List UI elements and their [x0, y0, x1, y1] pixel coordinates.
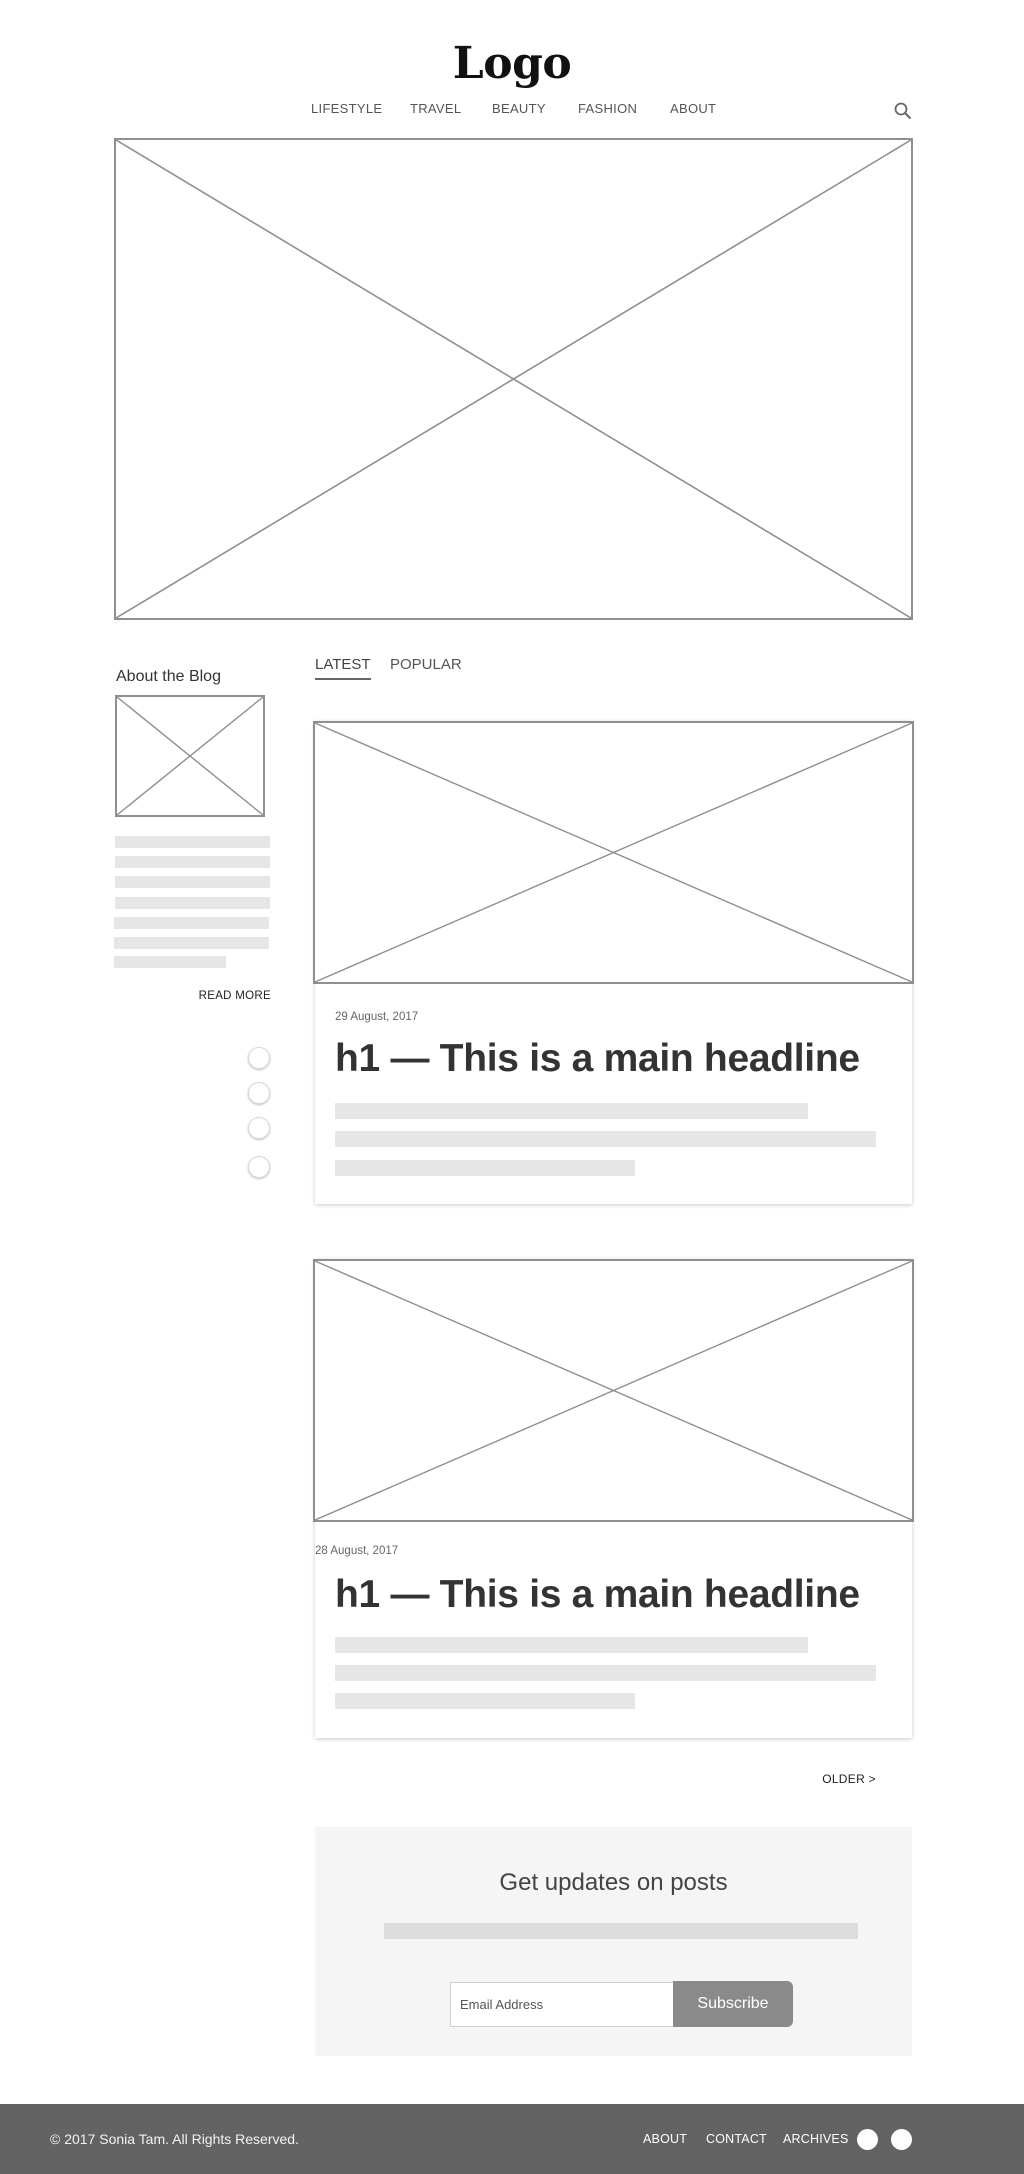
- footer: © 2017 Sonia Tam. All Rights Reserved. A…: [0, 2104, 1024, 2174]
- hero-image: [114, 138, 913, 620]
- footer-social-icon[interactable]: [857, 2129, 878, 2150]
- nav-item-fashion[interactable]: FASHION: [578, 101, 637, 116]
- subscribe-button[interactable]: Subscribe: [673, 1981, 793, 2027]
- nav-item-beauty[interactable]: BEAUTY: [492, 101, 546, 116]
- post-date: 28 August, 2017: [315, 1545, 399, 1557]
- footer-link-about[interactable]: ABOUT: [643, 2132, 687, 2146]
- post-date: 29 August, 2017: [335, 1011, 419, 1023]
- newsletter-text-line: [384, 1923, 858, 1939]
- newsletter-section: Get updates on posts Subscribe: [315, 1827, 912, 2056]
- about-blog-heading: About the Blog: [116, 668, 221, 685]
- older-posts-link[interactable]: OLDER >: [760, 1772, 876, 1786]
- social-icon[interactable]: [248, 1156, 270, 1178]
- post-excerpt-line: [335, 1693, 635, 1709]
- post-headline[interactable]: h1 — This is a main headline: [335, 1573, 860, 1617]
- post-excerpt-line: [335, 1103, 808, 1119]
- site-logo[interactable]: Logo: [0, 38, 1024, 89]
- about-text-line: [114, 937, 269, 949]
- email-field[interactable]: [450, 1982, 674, 2027]
- post-excerpt-line: [335, 1160, 635, 1176]
- footer-link-contact[interactable]: CONTACT: [706, 2132, 767, 2146]
- nav-item-lifestyle[interactable]: LIFESTYLE: [311, 101, 382, 116]
- footer-link-archives[interactable]: ARCHIVES: [783, 2132, 849, 2146]
- about-text-line: [114, 956, 226, 968]
- about-text-line: [115, 836, 270, 848]
- search-icon[interactable]: [893, 101, 913, 121]
- nav-item-travel[interactable]: TRAVEL: [410, 101, 461, 116]
- post-image: [313, 721, 914, 984]
- post-excerpt-line: [335, 1131, 876, 1147]
- social-icon[interactable]: [248, 1082, 270, 1104]
- post-card[interactable]: 29 August, 2017 h1 — This is a main head…: [313, 721, 914, 1204]
- footer-social-icon[interactable]: [891, 2129, 912, 2150]
- post-excerpt-line: [335, 1665, 876, 1681]
- post-image: [313, 1259, 914, 1522]
- about-text-line: [115, 876, 270, 888]
- copyright-text: © 2017 Sonia Tam. All Rights Reserved.: [50, 2131, 299, 2147]
- post-headline[interactable]: h1 — This is a main headline: [335, 1037, 860, 1081]
- social-icon[interactable]: [248, 1047, 270, 1069]
- tab-popular[interactable]: POPULAR: [390, 656, 462, 678]
- nav-item-about[interactable]: ABOUT: [670, 101, 716, 116]
- newsletter-title: Get updates on posts: [499, 1869, 728, 1896]
- post-card[interactable]: 28 August, 2017 h1 — This is a main head…: [313, 1259, 914, 1738]
- about-text-line: [114, 917, 269, 929]
- about-image: [115, 695, 265, 817]
- post-excerpt-line: [335, 1637, 808, 1653]
- about-text-line: [115, 856, 270, 868]
- social-icon[interactable]: [248, 1117, 270, 1139]
- read-more-link[interactable]: READ MORE: [150, 990, 271, 1002]
- main-nav: LIFESTYLE TRAVEL BEAUTY FASHION ABOUT: [0, 101, 1024, 121]
- tab-latest[interactable]: LATEST: [315, 656, 371, 680]
- about-text-line: [115, 897, 270, 909]
